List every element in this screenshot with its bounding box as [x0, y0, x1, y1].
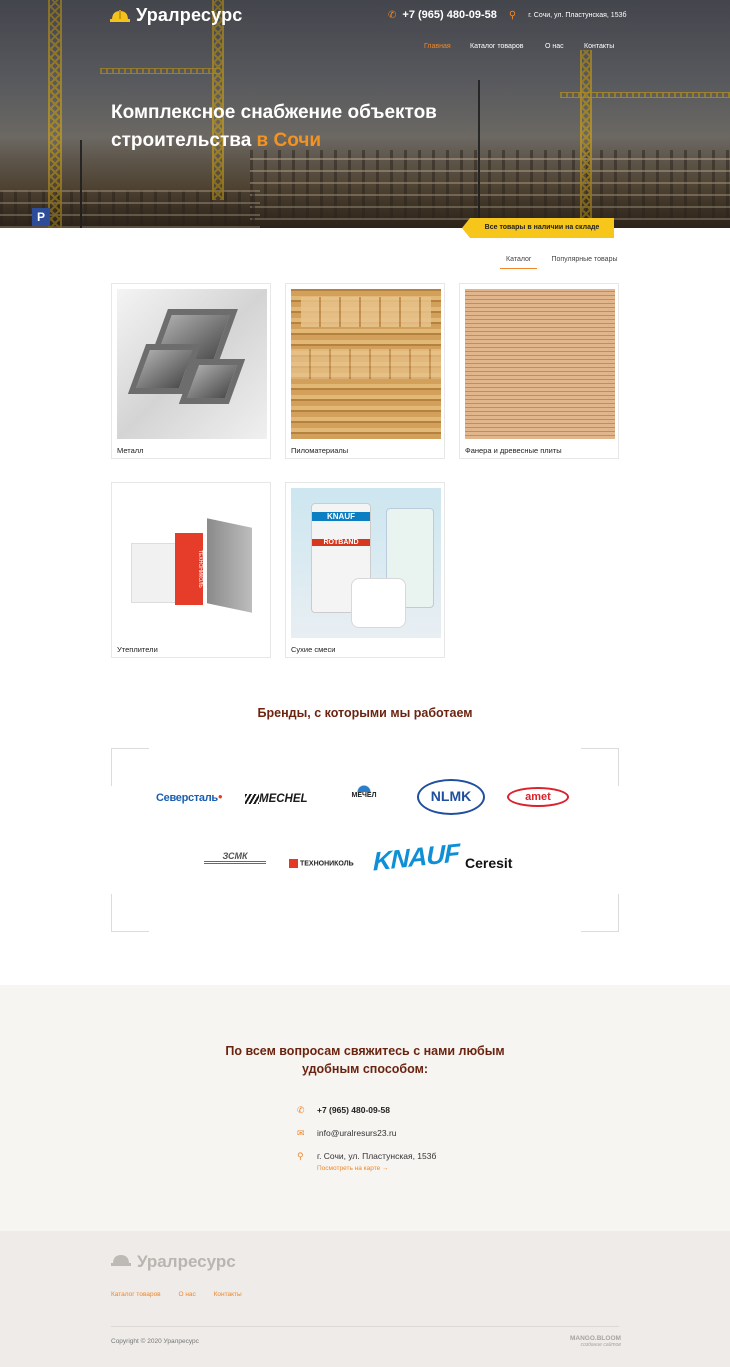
- footer: Уралресурс Каталог товаров О нас Контакт…: [0, 1231, 730, 1367]
- header-address: г. Сочи, ул. Пластунская, 153б: [528, 11, 627, 19]
- brands-panel: Северсталь● MECHEL МЕЧЕЛ NLMK amet ЗСМК …: [111, 748, 619, 932]
- footer-logo[interactable]: Уралресурс: [111, 1252, 236, 1272]
- plywood-image: [465, 289, 615, 439]
- hero-title: Комплексное снабжение объектов строитель…: [111, 99, 551, 155]
- footer-logo-text: Уралресурс: [137, 1252, 236, 1271]
- contact-section: По всем вопросам свяжитесь с нами любым …: [0, 985, 730, 1231]
- brand-tekhnonikol[interactable]: ТЕХНОНИКОЛЬ: [289, 859, 354, 868]
- hero-title-line1: Комплексное снабжение объектов: [111, 102, 437, 123]
- brand-knauf[interactable]: KNAUF: [373, 837, 459, 877]
- catalog-card-label: Пиломатериалы: [291, 446, 349, 455]
- location-pin-icon: ⚲: [508, 9, 517, 21]
- nav-about[interactable]: О нас: [545, 43, 564, 50]
- nav-catalog[interactable]: Каталог товаров: [470, 43, 523, 50]
- catalog-card-drymix[interactable]: KNAUF ROTBAND Сухие смеси: [285, 482, 445, 658]
- drymix-image: KNAUF ROTBAND: [291, 488, 441, 638]
- helmet-icon: [110, 9, 130, 23]
- header-logo[interactable]: Уралресурс: [110, 5, 243, 26]
- lumber-image: [291, 289, 441, 439]
- footer-nav: Каталог товаров О нас Контакты: [111, 1291, 258, 1298]
- contact-address: ⚲ г. Сочи, ул. Пластунская, 153б: [297, 1151, 437, 1161]
- brand-ceresit[interactable]: Ceresit: [465, 855, 512, 871]
- catalog-card-metal[interactable]: Металл: [111, 283, 271, 459]
- brand-amet[interactable]: amet: [507, 787, 569, 807]
- helmet-icon: [111, 1252, 131, 1272]
- footer-divider: [111, 1326, 619, 1327]
- contact-title-line1: По всем вопросам свяжитесь с нами любым: [225, 1044, 505, 1058]
- main-nav: Главная Каталог товаров О нас Контакты: [0, 43, 730, 53]
- footer-link-about[interactable]: О нас: [178, 1291, 195, 1298]
- insulation-image: ТЕХНОНИКОЛЬ: [117, 488, 267, 638]
- catalog-card-label: Сухие смеси: [291, 645, 336, 654]
- phone-icon: ✆: [297, 1105, 305, 1115]
- contact-email[interactable]: ✉ info@uralresurs23.ru: [297, 1128, 397, 1139]
- nav-contacts[interactable]: Контакты: [584, 43, 614, 50]
- metal-image: [117, 289, 267, 439]
- brand-nlmk[interactable]: NLMK: [417, 779, 485, 815]
- brand-zsmk[interactable]: ЗСМК: [204, 851, 266, 864]
- tab-popular[interactable]: Популярные товары: [545, 256, 623, 269]
- instock-badge: Все товары в наличии на складе: [462, 218, 614, 238]
- contact-title-line2: удобным способом:: [301, 1062, 429, 1076]
- tab-catalog[interactable]: Каталог: [500, 256, 538, 269]
- hero-banner: P Уралресурс ✆ +7 (965) 480-09-58 ⚲ г. С…: [0, 0, 730, 228]
- footer-link-contacts[interactable]: Контакты: [214, 1291, 242, 1298]
- brand-mechel-cyr[interactable]: МЕЧЕЛ: [345, 778, 383, 799]
- catalog-card-lumber[interactable]: Пиломатериалы: [285, 283, 445, 459]
- catalog-card-label: Утеплители: [117, 645, 158, 654]
- envelope-icon: ✉: [297, 1128, 305, 1138]
- header-contacts: ✆ +7 (965) 480-09-58 ⚲ г. Сочи, ул. Плас…: [388, 9, 627, 21]
- contact-title: По всем вопросам свяжитесь с нами любым …: [0, 1042, 730, 1078]
- location-pin-icon: ⚲: [297, 1151, 304, 1161]
- developer-logo[interactable]: MANGO.BLOOM создание сайтов: [570, 1335, 621, 1349]
- catalog-card-label: Металл: [117, 446, 144, 455]
- footer-link-catalog[interactable]: Каталог товаров: [111, 1291, 161, 1298]
- catalog-card-insulation[interactable]: ТЕХНОНИКОЛЬ Утеплители: [111, 482, 271, 658]
- logo-text: Уралресурс: [136, 5, 243, 25]
- phone-icon: ✆: [388, 9, 397, 21]
- hero-title-line2: строительства: [111, 130, 257, 151]
- nav-home[interactable]: Главная: [424, 43, 451, 50]
- parking-sign: P: [32, 208, 50, 226]
- catalog-tabs: Каталог Популярные товары: [500, 256, 624, 269]
- hero-title-accent: в Сочи: [256, 130, 322, 151]
- catalog-card-label: Фанера и древесные плиты: [465, 446, 562, 455]
- brand-mechel[interactable]: MECHEL: [245, 793, 308, 805]
- brand-severstal[interactable]: Северсталь●: [156, 792, 223, 804]
- contact-phone[interactable]: ✆ +7 (965) 480-09-58: [297, 1105, 390, 1116]
- map-link[interactable]: Посмотреть на карте →: [317, 1165, 389, 1172]
- catalog-card-plywood[interactable]: Фанера и древесные плиты: [459, 283, 619, 459]
- header-phone[interactable]: +7 (965) 480-09-58: [402, 9, 496, 21]
- footer-copyright: Copyright © 2020 Уралресурс: [111, 1338, 199, 1345]
- brands-title: Бренды, с которыми мы работаем: [257, 706, 473, 720]
